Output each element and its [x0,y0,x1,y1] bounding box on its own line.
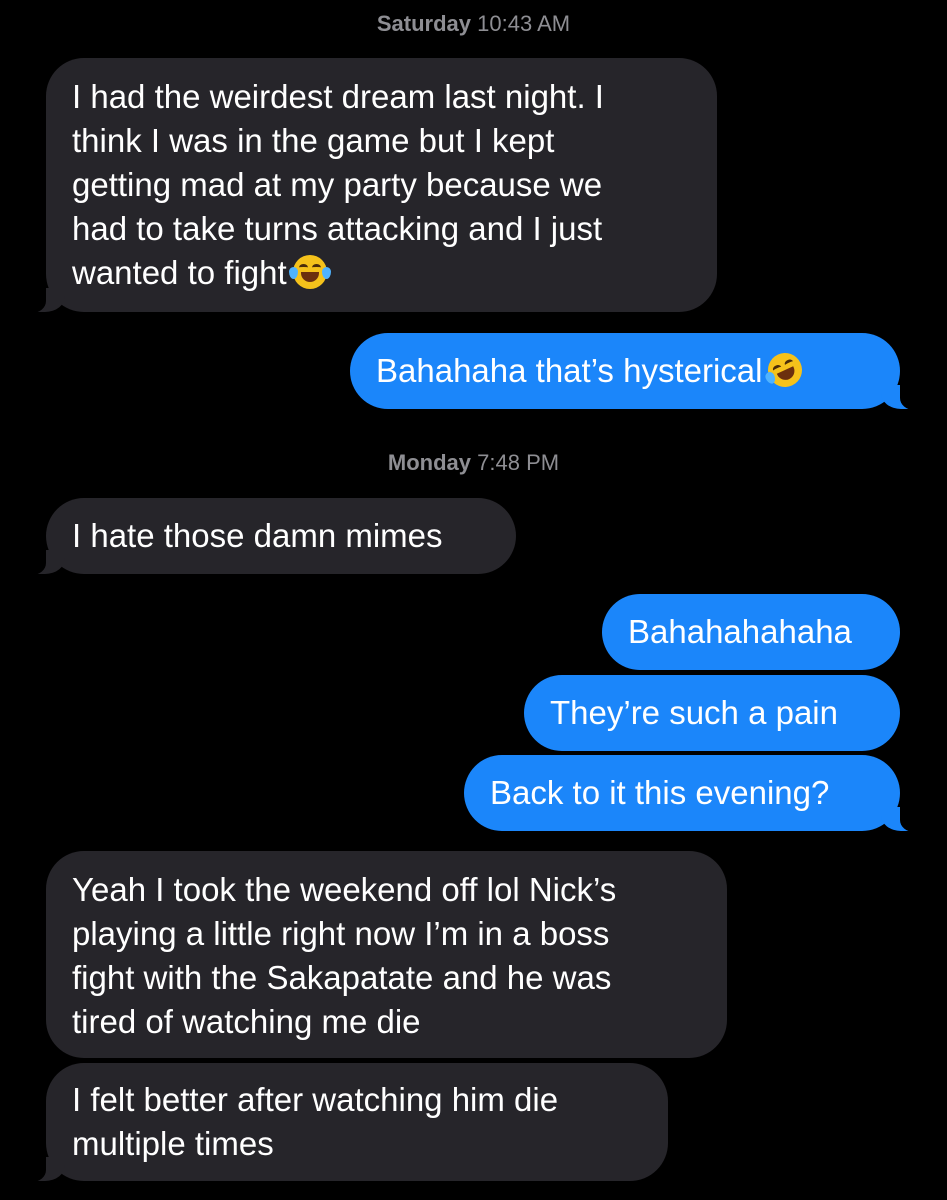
received-message-bubble[interactable]: Yeah I took the weekend off lol Nick’s p… [46,851,727,1058]
message-line: playing a little right now I’m in a boss [72,915,610,952]
timestamp-saturday: Saturday 10:43 AM [0,11,947,37]
sent-message-bubble[interactable]: Bahahaha that’s hysterical [350,333,922,410]
message-line: fight with the Sakapatate and he was [72,959,612,996]
message-text: Bahahahahaha [628,613,852,650]
message-line: think I was in the game but I kept [72,122,555,159]
message-line: multiple times [72,1125,274,1162]
message-text: Bahahaha that’s hysterical [376,352,763,389]
message-line: Yeah I took the weekend off lol Nick’s [72,871,617,908]
message-text: Back to it this evening? [490,774,830,811]
message-text: I hate those damn mimes [72,517,443,554]
message-line: wanted to fight [72,254,287,291]
timestamp-day: Monday [387,450,472,475]
timestamp-monday: Monday 7:48 PM [0,450,947,476]
received-message-bubble[interactable]: I had the weirdest dream last night. I t… [24,58,717,313]
message-line: tired of watching me die [72,1003,421,1040]
sent-message-bubble[interactable]: Back to it this evening? [464,755,922,832]
message-line-with-emoji: wanted to fight [72,251,691,295]
face-with-tears-of-joy-icon [288,255,331,289]
message-line: had to take turns attacking and I just [72,210,603,247]
message-line: I felt better after watching him die [72,1081,559,1118]
timestamp-time: 10:43 AM [477,11,571,36]
rolling-on-floor-laughing-icon [762,347,809,393]
message-line: getting mad at my party because we [72,166,603,203]
sent-message-bubble[interactable]: They’re such a pain [524,675,900,751]
timestamp-day: Saturday [376,11,472,36]
timestamp-time: 7:48 PM [477,450,560,475]
message-line: I had the weirdest dream last night. I [72,78,604,115]
sent-message-bubble[interactable]: Bahahahahaha [602,594,900,670]
received-message-bubble[interactable]: I felt better after watching him die mul… [24,1063,668,1182]
message-text: They’re such a pain [550,694,838,731]
received-message-bubble[interactable]: I hate those damn mimes [24,498,516,575]
